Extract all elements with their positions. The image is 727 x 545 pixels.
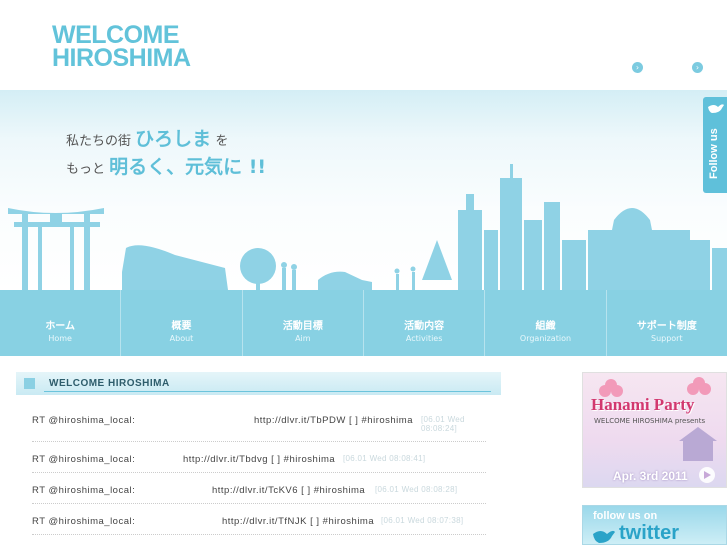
hanami-title: Hanami Party xyxy=(591,395,695,414)
nav-label-jp: サポート制度 xyxy=(636,321,697,332)
tweet-link[interactable]: http://dlvr.it/Tbdvg [ ] #hiroshima xyxy=(183,454,335,465)
follow-tab-label: Follow us xyxy=(708,128,720,179)
tweet-item: RT @hiroshima_local: http://dlvr.it/TfNJ… xyxy=(32,504,486,535)
site-header: WELCOME HIROSHIMA › › xyxy=(0,0,727,90)
twitter-brand-text: twitter xyxy=(619,522,679,544)
nav-label-en: Activities xyxy=(405,334,443,343)
tweet-link[interactable]: http://dlvr.it/TbPDW [ ] #hiroshima xyxy=(254,415,413,426)
tweet-time: [06.01 Wed 08:07:38] xyxy=(381,516,464,525)
header-arrow-button-2[interactable]: › xyxy=(692,62,703,73)
tweet-time: [06.01 Wed 08:08:41] xyxy=(343,454,426,463)
nav-label-en: Support xyxy=(650,334,683,343)
hanami-presents: WELCOME HIROSHIMA presents xyxy=(594,417,706,425)
tweet-item: RT @hiroshima_local: http://dlvr.it/TbPD… xyxy=(32,403,486,442)
hanami-party-banner[interactable]: Hanami Party WELCOME HIROSHIMA presents … xyxy=(582,372,727,488)
nav-label-jp: 活動内容 xyxy=(404,321,445,332)
slogan-line1: 私たちの街 ひろしま を xyxy=(66,124,228,151)
tweet-time: [06.01 Wed 08:08:28] xyxy=(375,485,458,494)
nav-label-jp: 組織 xyxy=(535,321,556,332)
section-divider xyxy=(44,391,491,392)
section-title: WELCOME HIROSHIMA xyxy=(49,378,170,389)
section-square-icon xyxy=(24,378,35,389)
tweet-user[interactable]: RT @hiroshima_local: xyxy=(32,415,135,426)
nav-label-jp: ホーム xyxy=(45,321,76,332)
nav-item-organization[interactable]: 組織 Organization xyxy=(485,290,607,356)
tweet-user[interactable]: RT @hiroshima_local: xyxy=(32,485,135,496)
twitter-follow-tab[interactable]: Follow us xyxy=(703,97,727,193)
nav-label-en: Aim xyxy=(295,334,311,343)
hero-banner: 私たちの街 ひろしま を もっと 明るく、元気に !! xyxy=(0,90,727,290)
tweet-time: [06.01 Wed 08:08:24] xyxy=(421,415,465,433)
logo-line2: HIROSHIMA xyxy=(52,44,191,72)
nav-item-activities[interactable]: 活動内容 Activities xyxy=(364,290,486,356)
tweet-item: RT @hiroshima_local: http://dlvr.it/Tbdv… xyxy=(32,442,486,473)
slogan-line2: もっと 明るく、元気に !! xyxy=(66,152,266,179)
nav-item-aim[interactable]: 活動目標 Aim xyxy=(243,290,364,356)
twitter-follow-banner[interactable]: follow us on twitter xyxy=(582,505,727,545)
nav-item-support[interactable]: サポート制度 Support xyxy=(607,290,727,356)
twitter-bird-icon xyxy=(593,530,615,543)
slogan-line2-pre: もっと xyxy=(66,162,106,177)
nav-label-jp: 概要 xyxy=(171,321,192,332)
tweet-link[interactable]: http://dlvr.it/TfNJK [ ] #hiroshima xyxy=(222,516,374,527)
main-nav: ホーム Home 概要 About 活動目標 Aim 活動内容 Activiti… xyxy=(0,290,727,356)
nav-label-en: About xyxy=(169,334,194,343)
nav-label-jp: 活動目標 xyxy=(282,321,323,332)
nav-item-about[interactable]: 概要 About xyxy=(121,290,243,356)
tweet-user[interactable]: RT @hiroshima_local: xyxy=(32,516,135,527)
nav-label-en: Home xyxy=(48,334,72,343)
slogan-line1-post: を xyxy=(215,134,229,149)
tweet-user[interactable]: RT @hiroshima_local: xyxy=(32,454,135,465)
tweet-link[interactable]: http://dlvr.it/TcKV6 [ ] #hiroshima xyxy=(212,485,365,496)
nav-label-en: Organization xyxy=(519,334,572,343)
main-content: WELCOME HIROSHIMA RT @hiroshima_local: h… xyxy=(16,372,501,535)
header-arrow-button-1[interactable]: › xyxy=(632,62,643,73)
hanami-date: Apr. 3rd 2011 xyxy=(613,469,688,483)
section-header: WELCOME HIROSHIMA xyxy=(16,372,501,395)
twitter-bird-icon xyxy=(708,104,724,113)
slogan-line1-highlight: ひろしま xyxy=(135,128,212,150)
site-logo[interactable]: WELCOME HIROSHIMA xyxy=(52,23,191,72)
tweet-item: RT @hiroshima_local: http://dlvr.it/TcKV… xyxy=(32,473,486,504)
city-skyline-illustration xyxy=(8,164,727,290)
slogan-line2-highlight: 明るく、元気に !! xyxy=(109,156,267,178)
twitter-follow-text: follow us on xyxy=(593,510,658,522)
nav-item-home[interactable]: ホーム Home xyxy=(0,290,122,356)
slogan-line1-pre: 私たちの街 xyxy=(66,134,132,149)
